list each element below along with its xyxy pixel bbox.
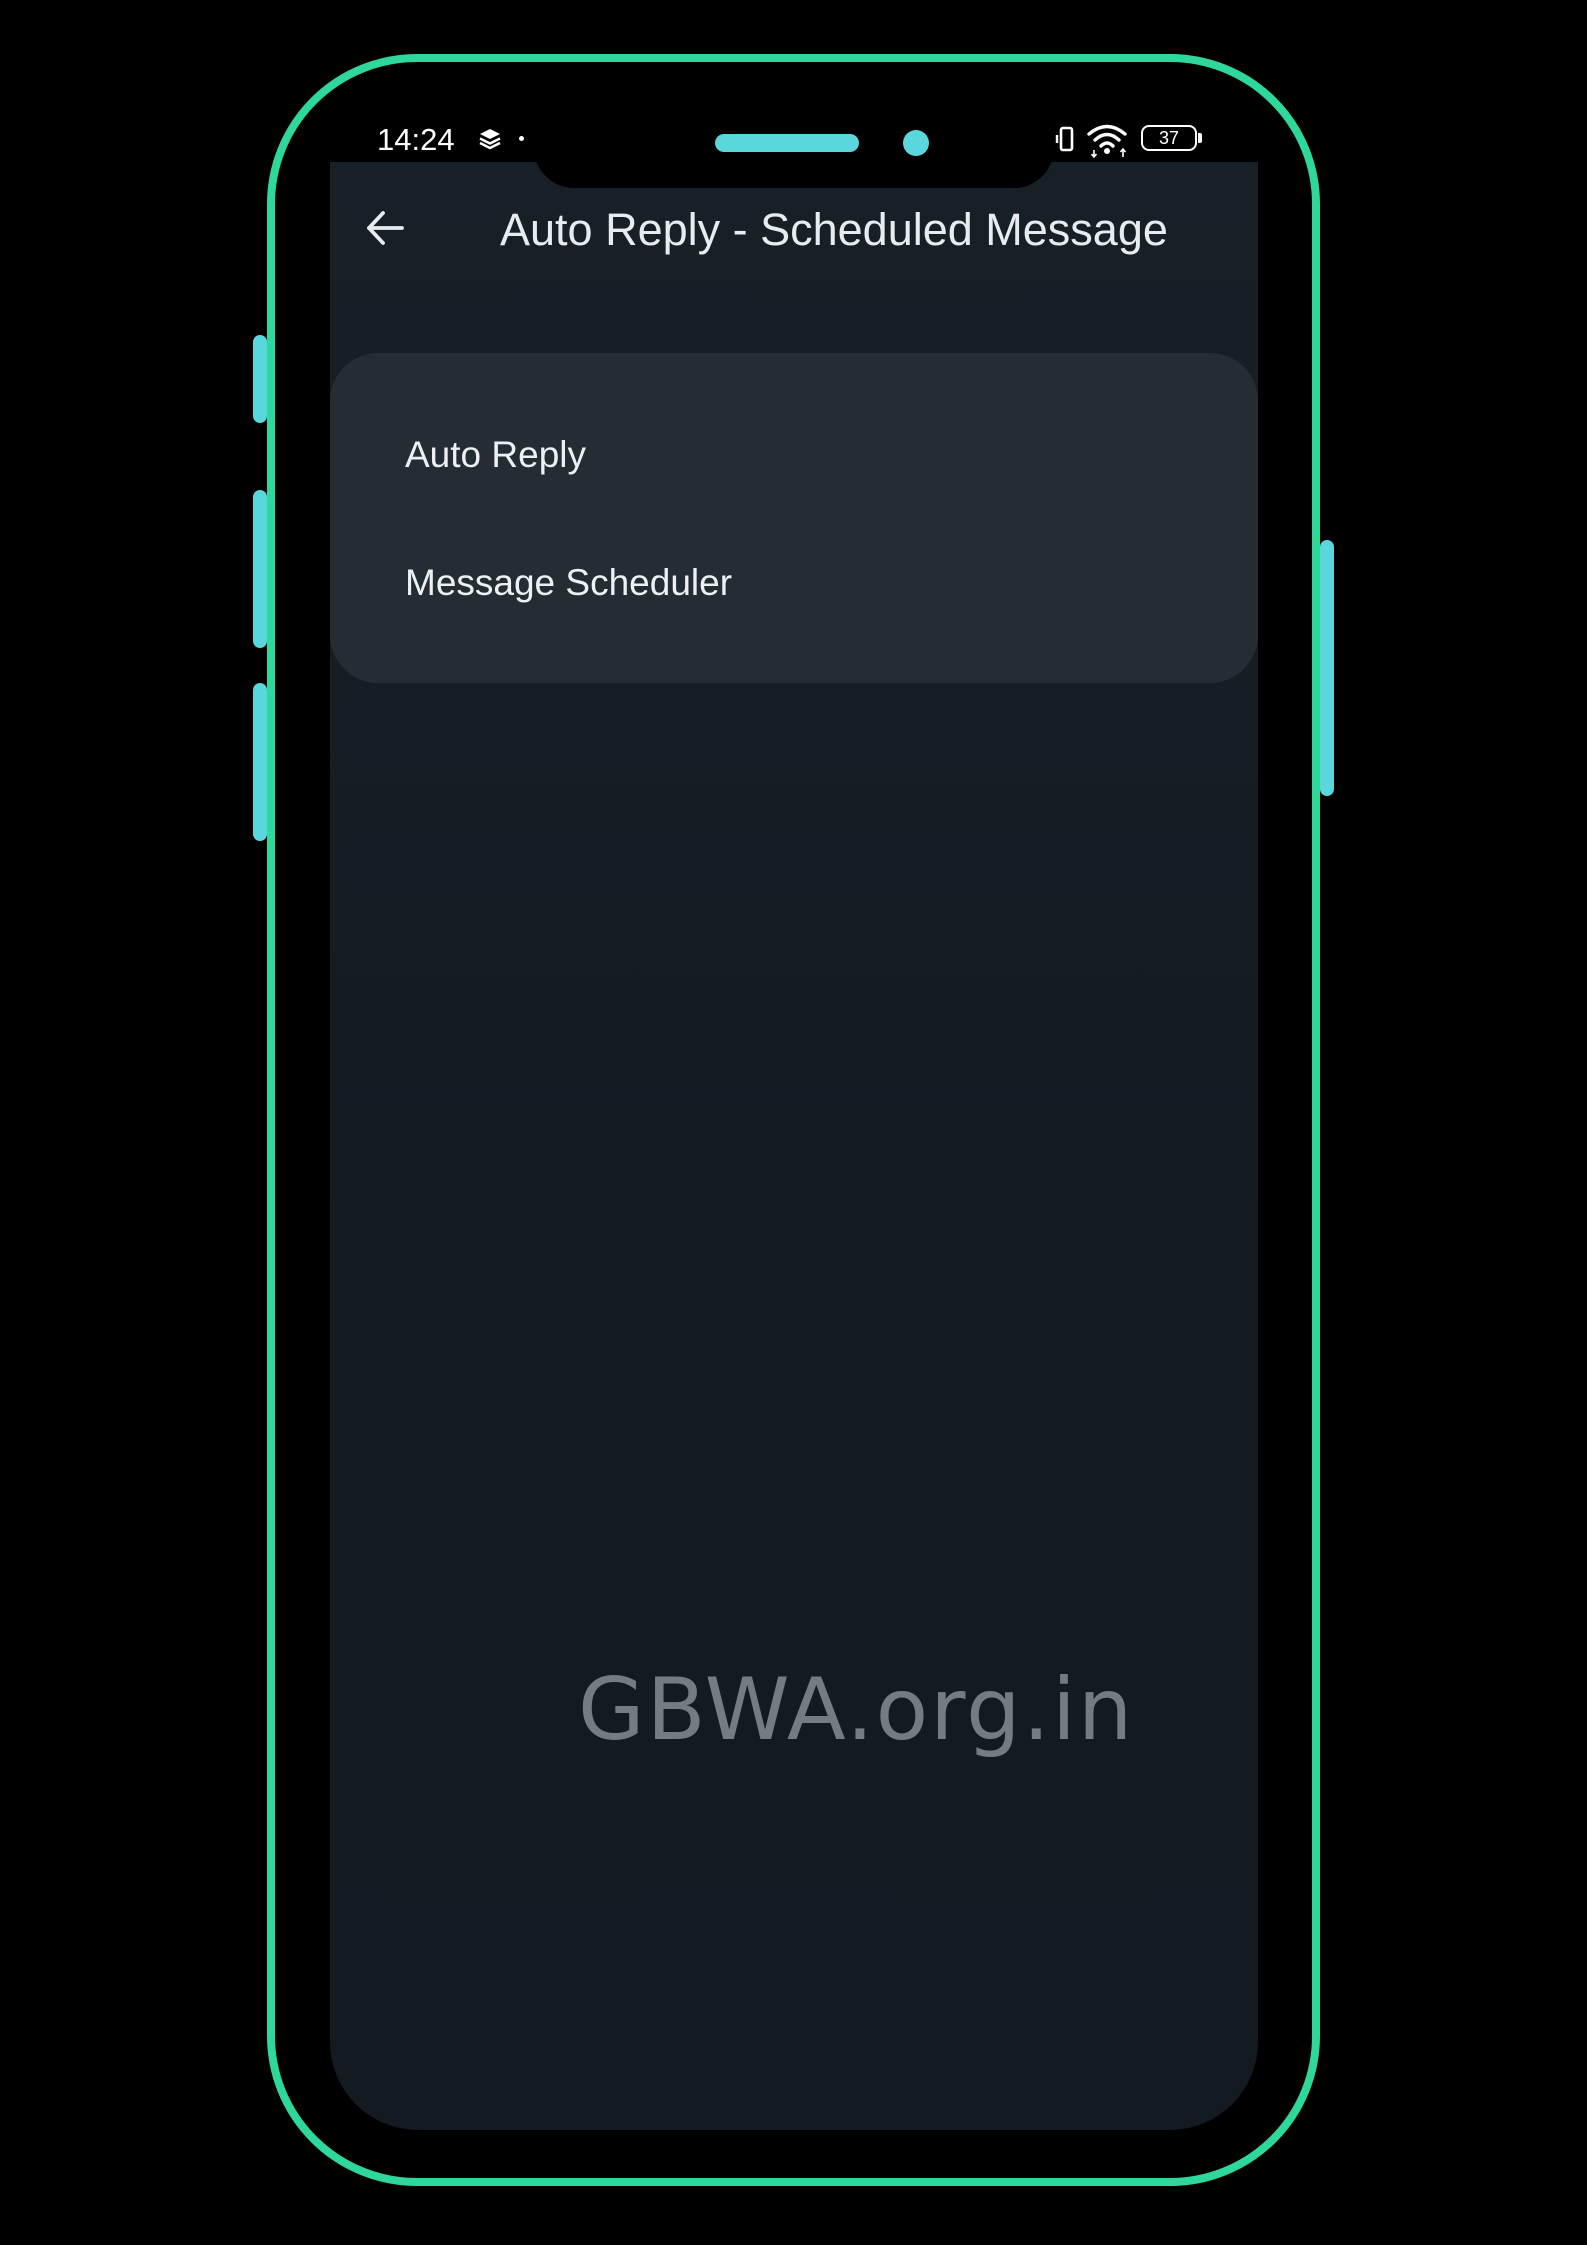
- power-button: [1320, 540, 1334, 796]
- arrow-left-icon[interactable]: [362, 205, 408, 251]
- notification-dot-icon: [519, 136, 524, 141]
- watermark: GBWA.org.in: [578, 1660, 1135, 1760]
- stage: 14:24 37 Auto Reply - Scheduled Message …: [0, 0, 1587, 2245]
- menu-item-auto-reply[interactable]: Auto Reply: [405, 432, 586, 478]
- layers-icon: [479, 129, 501, 150]
- menu-item-message-scheduler[interactable]: Message Scheduler: [405, 560, 732, 606]
- status-time: 14:24: [377, 122, 455, 157]
- speaker-grille: [715, 134, 859, 152]
- front-camera: [903, 130, 929, 156]
- menu-card: [330, 353, 1258, 683]
- battery-cap: [1198, 133, 1202, 143]
- volume-up-button: [253, 490, 267, 648]
- vibrate-icon: [1055, 126, 1074, 152]
- volume-down-button: [253, 683, 267, 841]
- page-title: Auto Reply - Scheduled Message: [500, 204, 1168, 255]
- wifi-icon: [1087, 124, 1127, 159]
- battery-icon: 37: [1141, 125, 1197, 151]
- side-button-left-top: [253, 335, 267, 423]
